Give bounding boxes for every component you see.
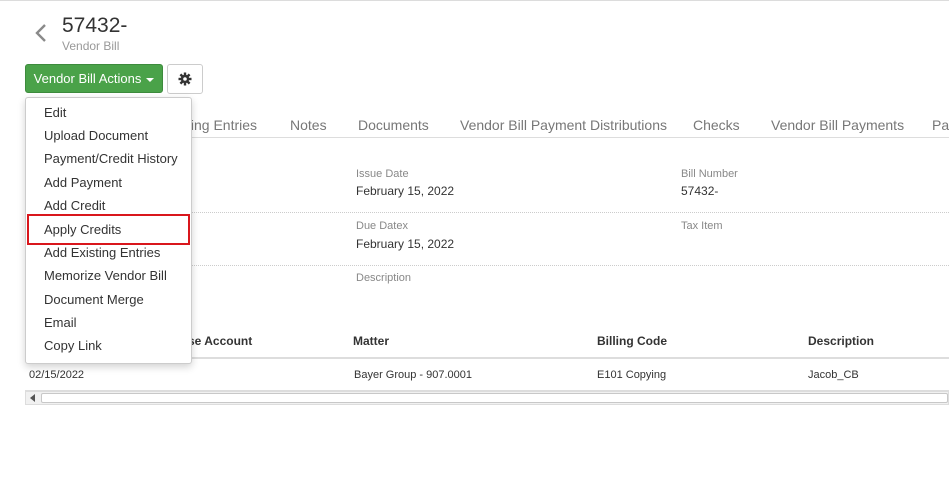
menu-item-document-merge[interactable]: Document Merge bbox=[44, 292, 144, 307]
column-header-billing-code[interactable]: Billing Code bbox=[597, 334, 667, 348]
page-subtitle: Vendor Bill bbox=[62, 39, 120, 53]
menu-item-add-payment[interactable]: Add Payment bbox=[44, 175, 122, 190]
tab-accounting-entries[interactable]: ting Entries bbox=[187, 117, 257, 133]
menu-item-payment-credit-history[interactable]: Payment/Credit History bbox=[44, 151, 178, 166]
settings-button[interactable] bbox=[167, 64, 203, 94]
row-billing-code: E101 Copying bbox=[597, 369, 667, 381]
column-header-matter[interactable]: Matter bbox=[353, 334, 389, 348]
tab-notes[interactable]: Notes bbox=[290, 117, 327, 133]
menu-item-add-credit[interactable]: Add Credit bbox=[44, 198, 105, 213]
menu-item-edit[interactable]: Edit bbox=[44, 105, 66, 120]
row-description: Jacob_CB bbox=[808, 369, 859, 381]
tab-checks[interactable]: Checks bbox=[693, 117, 740, 133]
caret-down-icon bbox=[146, 77, 155, 82]
page-title: 57432- bbox=[62, 14, 128, 37]
menu-item-copy-link[interactable]: Copy Link bbox=[44, 338, 102, 353]
tab-overflow[interactable]: Pa bbox=[932, 117, 949, 133]
description-label: Description bbox=[356, 272, 412, 284]
menu-item-email[interactable]: Email bbox=[44, 315, 77, 330]
due-date-label: Due Datex bbox=[356, 220, 408, 232]
tab-vendor-bill-payments[interactable]: Vendor Bill Payments bbox=[771, 117, 904, 133]
gear-icon bbox=[178, 72, 192, 86]
menu-item-memorize-vendor-bill[interactable]: Memorize Vendor Bill bbox=[44, 268, 167, 283]
bill-number-label: Bill Number bbox=[681, 168, 738, 180]
bill-number-value: 57432- bbox=[681, 184, 719, 198]
scroll-left-arrow-icon[interactable] bbox=[26, 392, 40, 404]
row-matter: Bayer Group - 907.0001 bbox=[354, 369, 473, 381]
apply-credits-highlight-box bbox=[27, 214, 190, 245]
tab-vendor-bill-payment-distributions[interactable]: Vendor Bill Payment Distributions bbox=[460, 117, 667, 133]
tab-documents[interactable]: Documents bbox=[358, 117, 429, 133]
column-header-expense-account[interactable]: se Account bbox=[188, 334, 252, 348]
menu-item-add-existing-entries[interactable]: Add Existing Entries bbox=[44, 245, 160, 260]
vendor-bill-actions-label: Vendor Bill Actions bbox=[33, 71, 142, 86]
tax-item-label: Tax Item bbox=[681, 220, 723, 232]
vendor-bill-actions-button[interactable]: Vendor Bill Actions bbox=[25, 64, 163, 93]
top-border bbox=[0, 0, 949, 1]
menu-item-upload-document[interactable]: Upload Document bbox=[44, 128, 148, 143]
back-chevron-icon[interactable] bbox=[34, 22, 50, 44]
issue-date-label: Issue Date bbox=[356, 168, 409, 180]
issue-date-value: February 15, 2022 bbox=[356, 184, 455, 198]
scrollbar-thumb[interactable] bbox=[41, 393, 948, 403]
column-header-description[interactable]: Description bbox=[808, 334, 874, 348]
row-date: 02/15/2022 bbox=[29, 369, 85, 381]
horizontal-scrollbar[interactable] bbox=[25, 391, 949, 405]
due-date-value: February 15, 2022 bbox=[356, 237, 455, 251]
